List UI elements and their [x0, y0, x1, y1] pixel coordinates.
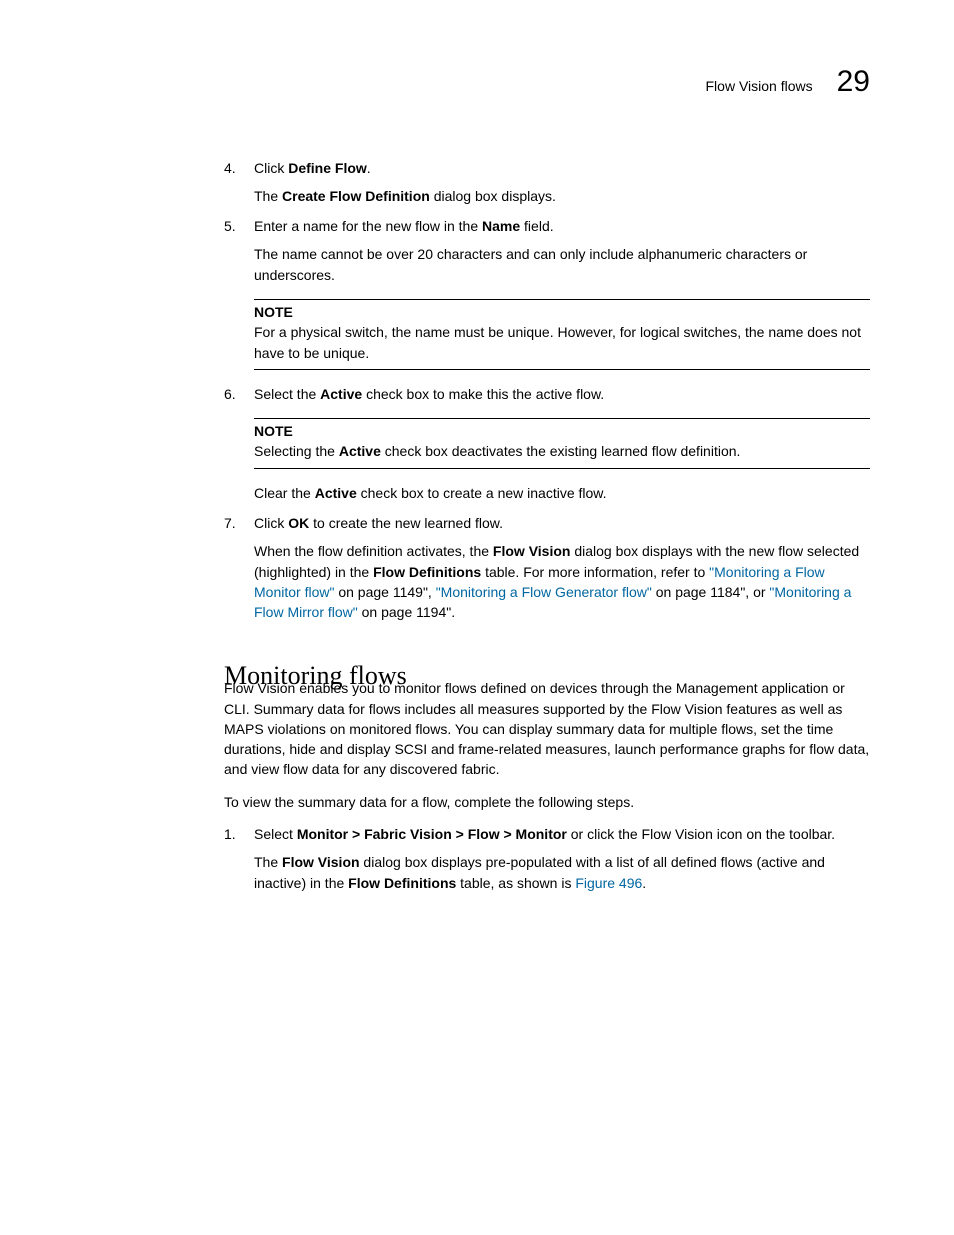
bold-term: Name	[482, 218, 520, 234]
step-sub: The name cannot be over 20 characters an…	[254, 244, 870, 285]
step-item: 1. Select Monitor > Fabric Vision > Flow…	[224, 824, 870, 893]
step-text: Select Monitor > Fabric Vision > Flow > …	[254, 826, 835, 842]
step-item: 7. Click OK to create the new learned fl…	[224, 513, 870, 622]
bold-term: Flow Definitions	[373, 564, 481, 580]
xref-link[interactable]: "Monitoring a Flow Generator flow"	[436, 584, 652, 600]
bold-term: Define Flow	[288, 160, 367, 176]
note-body: For a physical switch, the name must be …	[254, 322, 870, 363]
bold-term: Monitor > Fabric Vision > Flow > Monitor	[297, 826, 567, 842]
step-sub: The Flow Vision dialog box displays pre-…	[254, 852, 870, 893]
note-body: Selecting the Active check box deactivat…	[254, 441, 870, 461]
section-body: Flow Vision enables you to monitor flows…	[84, 678, 870, 893]
bold-term: Create Flow Definition	[282, 188, 430, 204]
step-number: 6.	[224, 384, 236, 404]
step-text: Click OK to create the new learned flow.	[254, 515, 503, 531]
bold-term: Active	[339, 443, 381, 459]
step-sub: The Create Flow Definition dialog box di…	[254, 186, 870, 206]
step-number: 1.	[224, 824, 236, 844]
note-block: NOTE Selecting the Active check box deac…	[254, 418, 870, 469]
running-header: Flow Vision flows 29	[84, 60, 870, 104]
bold-term: Flow Vision	[493, 543, 571, 559]
step-text: Select the Active check box to make this…	[254, 386, 604, 402]
bold-term: Flow Definitions	[348, 875, 456, 891]
page-number: 29	[837, 60, 870, 104]
note-block: NOTE For a physical switch, the name mus…	[254, 299, 870, 370]
running-title: Flow Vision flows	[706, 76, 813, 96]
section-lead: To view the summary data for a flow, com…	[224, 792, 870, 812]
bold-term: Active	[315, 485, 357, 501]
note-label: NOTE	[254, 421, 870, 441]
step-text: Click Define Flow.	[254, 160, 371, 176]
bold-term: Flow Vision	[282, 854, 360, 870]
xref-link[interactable]: Figure 496	[575, 875, 642, 891]
step-sub: When the flow definition activates, the …	[254, 541, 870, 622]
step-text: Enter a name for the new flow in the Nam…	[254, 218, 554, 234]
step-number: 4.	[224, 158, 236, 178]
main-content: 4. Click Define Flow. The Create Flow De…	[84, 158, 870, 695]
step-item: 5. Enter a name for the new flow in the …	[224, 216, 870, 370]
bold-term: OK	[288, 515, 309, 531]
step-sub: Clear the Active check box to create a n…	[254, 483, 870, 503]
note-label: NOTE	[254, 302, 870, 322]
bold-term: Active	[320, 386, 362, 402]
steps-list-a: 4. Click Define Flow. The Create Flow De…	[224, 158, 870, 623]
step-number: 5.	[224, 216, 236, 236]
step-item: 6. Select the Active check box to make t…	[224, 384, 870, 503]
section-intro: Flow Vision enables you to monitor flows…	[224, 678, 870, 779]
step-number: 7.	[224, 513, 236, 533]
step-item: 4. Click Define Flow. The Create Flow De…	[224, 158, 870, 207]
steps-list-b: 1. Select Monitor > Fabric Vision > Flow…	[224, 824, 870, 893]
